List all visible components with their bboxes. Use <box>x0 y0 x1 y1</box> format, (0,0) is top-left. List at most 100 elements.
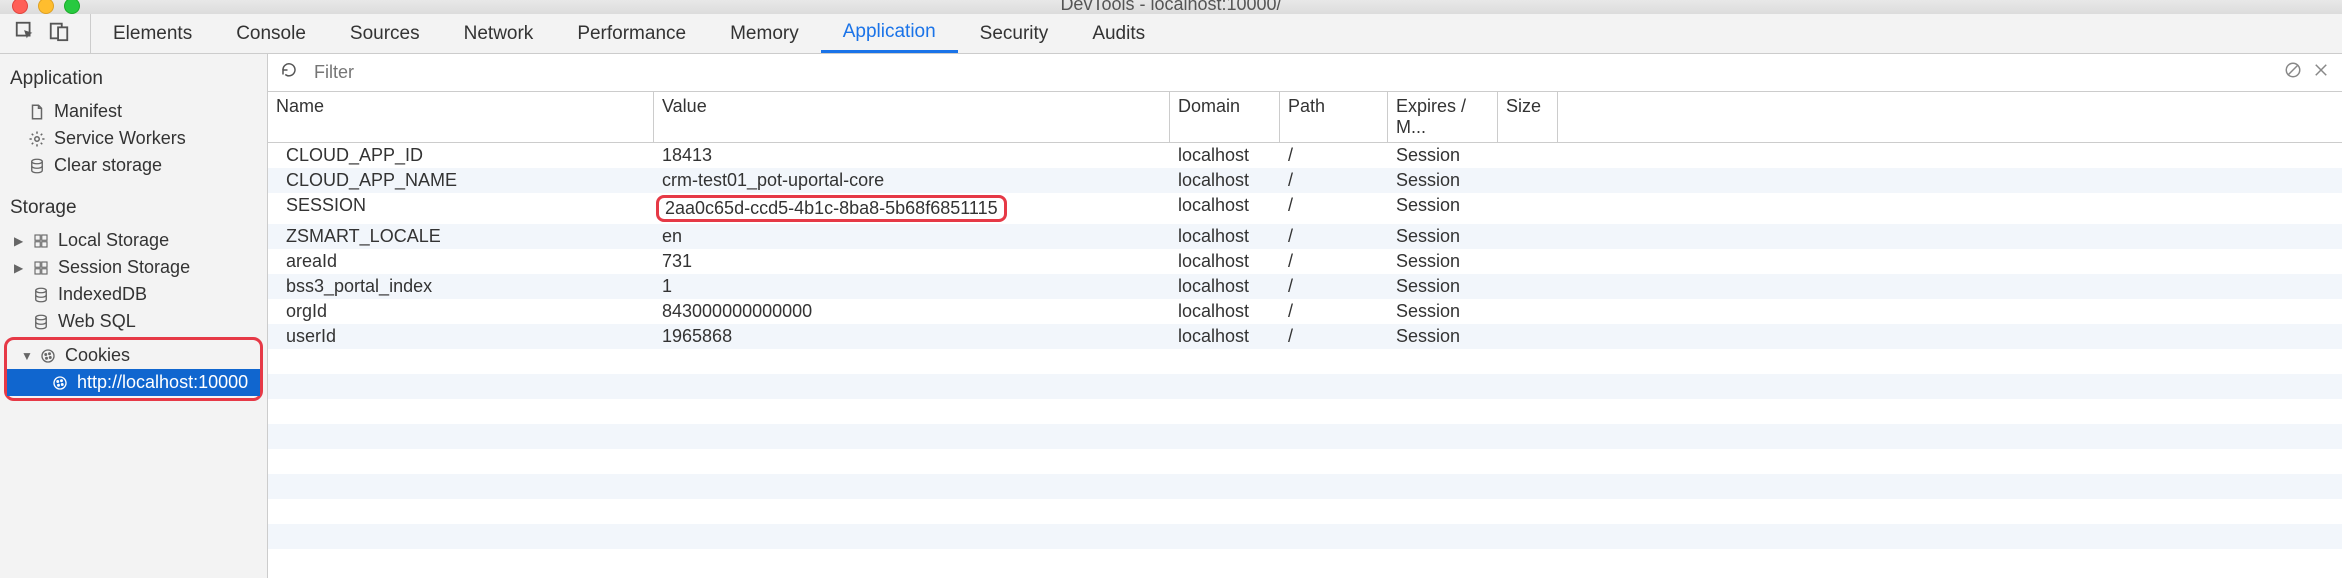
database-icon <box>32 286 50 304</box>
sidebar-item-service-workers[interactable]: Service Workers <box>0 125 267 152</box>
sidebar-item-cookie-origin[interactable]: http://localhost:10000 <box>7 369 260 396</box>
cell-expires: Session <box>1388 224 1498 249</box>
refresh-icon[interactable] <box>280 61 298 84</box>
tab-application[interactable]: Application <box>821 14 958 53</box>
filter-input[interactable] <box>308 60 1008 86</box>
cell-domain: localhost <box>1170 274 1280 299</box>
table-row[interactable]: ZSMART_LOCALEenlocalhost/Session <box>268 224 2342 249</box>
cell-expires: Session <box>1388 249 1498 274</box>
table-body: CLOUD_APP_ID18413localhost/SessionCLOUD_… <box>268 143 2342 574</box>
sidebar-item-label: Session Storage <box>58 257 190 278</box>
cell-path: / <box>1280 299 1388 324</box>
cell-size <box>1498 324 1558 349</box>
cookie-icon <box>51 374 69 392</box>
cell-domain: localhost <box>1170 168 1280 193</box>
cell-expires: Session <box>1388 299 1498 324</box>
content-pane: Name Value Domain Path Expires / M... Si… <box>268 54 2342 578</box>
tab-security[interactable]: Security <box>958 14 1071 53</box>
table-row[interactable]: userId1965868localhost/Session <box>268 324 2342 349</box>
table-row-empty <box>268 424 2342 449</box>
cell-value: 1 <box>654 274 1170 299</box>
table-row-empty <box>268 349 2342 374</box>
sidebar-item-local-storage[interactable]: ▶ Local Storage <box>0 227 267 254</box>
sidebar-section-storage: Storage <box>0 189 267 227</box>
database-icon <box>28 157 46 175</box>
cell-path: / <box>1280 274 1388 299</box>
highlighted-value: 2aa0c65d-ccd5-4b1c-8ba8-5b68f6851115 <box>656 195 1007 222</box>
sidebar-section-application: Application <box>0 60 267 98</box>
cell-name: userId <box>268 324 654 349</box>
tab-memory[interactable]: Memory <box>708 14 821 53</box>
sidebar-item-manifest[interactable]: Manifest <box>0 98 267 125</box>
cell-value: 18413 <box>654 143 1170 168</box>
tab-console[interactable]: Console <box>214 14 328 53</box>
table-row[interactable]: CLOUD_APP_NAMEcrm-test01_pot-uportal-cor… <box>268 168 2342 193</box>
tab-network[interactable]: Network <box>442 14 556 53</box>
table-row[interactable]: bss3_portal_index1localhost/Session <box>268 274 2342 299</box>
table-row-empty <box>268 399 2342 424</box>
cell-expires: Session <box>1388 274 1498 299</box>
col-domain[interactable]: Domain <box>1170 92 1280 142</box>
cell-expires: Session <box>1388 143 1498 168</box>
clear-all-icon[interactable] <box>2284 61 2302 84</box>
sidebar-item-indexeddb[interactable]: IndexedDB <box>0 281 267 308</box>
cell-path: / <box>1280 143 1388 168</box>
table-row[interactable]: SESSION2aa0c65d-ccd5-4b1c-8ba8-5b68f6851… <box>268 193 2342 224</box>
cell-size <box>1498 168 1558 193</box>
grid-icon <box>32 232 50 250</box>
database-icon <box>32 313 50 331</box>
table-row[interactable]: CLOUD_APP_ID18413localhost/Session <box>268 143 2342 168</box>
col-value[interactable]: Value <box>654 92 1170 142</box>
cell-value: 731 <box>654 249 1170 274</box>
cell-expires: Session <box>1388 193 1498 224</box>
expand-arrow-icon[interactable]: ▶ <box>14 234 24 248</box>
cell-domain: localhost <box>1170 193 1280 224</box>
cell-name: orgId <box>268 299 654 324</box>
sidebar-item-label: Local Storage <box>58 230 169 251</box>
cell-domain: localhost <box>1170 324 1280 349</box>
sidebar-item-label: Cookies <box>65 345 130 366</box>
sidebar-item-clear-storage[interactable]: Clear storage <box>0 152 267 179</box>
sidebar: Application Manifest Service Workers Clear… <box>0 54 268 578</box>
devtools-tabs: ElementsConsoleSourcesNetworkPerformance… <box>91 14 1167 53</box>
inspect-element-icon[interactable] <box>14 20 36 47</box>
sidebar-item-cookies[interactable]: ▼ Cookies <box>7 342 260 369</box>
cell-name: bss3_portal_index <box>268 274 654 299</box>
table-row-empty <box>268 524 2342 549</box>
tab-sources[interactable]: Sources <box>328 14 442 53</box>
file-icon <box>28 103 46 121</box>
cell-path: / <box>1280 249 1388 274</box>
cell-name: areaId <box>268 249 654 274</box>
col-expires[interactable]: Expires / M... <box>1388 92 1498 142</box>
grid-icon <box>32 259 50 277</box>
col-path[interactable]: Path <box>1280 92 1388 142</box>
sidebar-item-web-sql[interactable]: Web SQL <box>0 308 267 335</box>
cell-path: / <box>1280 324 1388 349</box>
table-row-empty <box>268 499 2342 524</box>
cookie-icon <box>39 347 57 365</box>
expand-arrow-icon[interactable]: ▶ <box>14 261 24 275</box>
table-header: Name Value Domain Path Expires / M... Si… <box>268 92 2342 143</box>
delete-selected-icon[interactable] <box>2312 61 2330 84</box>
table-row-empty <box>268 374 2342 399</box>
cell-size <box>1498 143 1558 168</box>
sidebar-item-label: Service Workers <box>54 128 186 149</box>
col-name[interactable]: Name <box>268 92 654 142</box>
col-size[interactable]: Size <box>1498 92 1558 142</box>
sidebar-item-label: Manifest <box>54 101 122 122</box>
expand-arrow-icon[interactable]: ▼ <box>21 349 31 363</box>
table-row[interactable]: areaId731localhost/Session <box>268 249 2342 274</box>
cell-size <box>1498 249 1558 274</box>
device-toolbar-icon[interactable] <box>48 20 70 47</box>
gear-icon <box>28 130 46 148</box>
sidebar-item-label: Clear storage <box>54 155 162 176</box>
cell-domain: localhost <box>1170 299 1280 324</box>
cookies-table: Name Value Domain Path Expires / M... Si… <box>268 92 2342 578</box>
cell-name: SESSION <box>268 193 654 224</box>
table-row[interactable]: orgId843000000000000localhost/Session <box>268 299 2342 324</box>
title-bar: DevTools - localhost:10000/ <box>0 0 2342 14</box>
tab-performance[interactable]: Performance <box>555 14 708 53</box>
tab-audits[interactable]: Audits <box>1070 14 1167 53</box>
tab-elements[interactable]: Elements <box>91 14 214 53</box>
sidebar-item-session-storage[interactable]: ▶ Session Storage <box>0 254 267 281</box>
